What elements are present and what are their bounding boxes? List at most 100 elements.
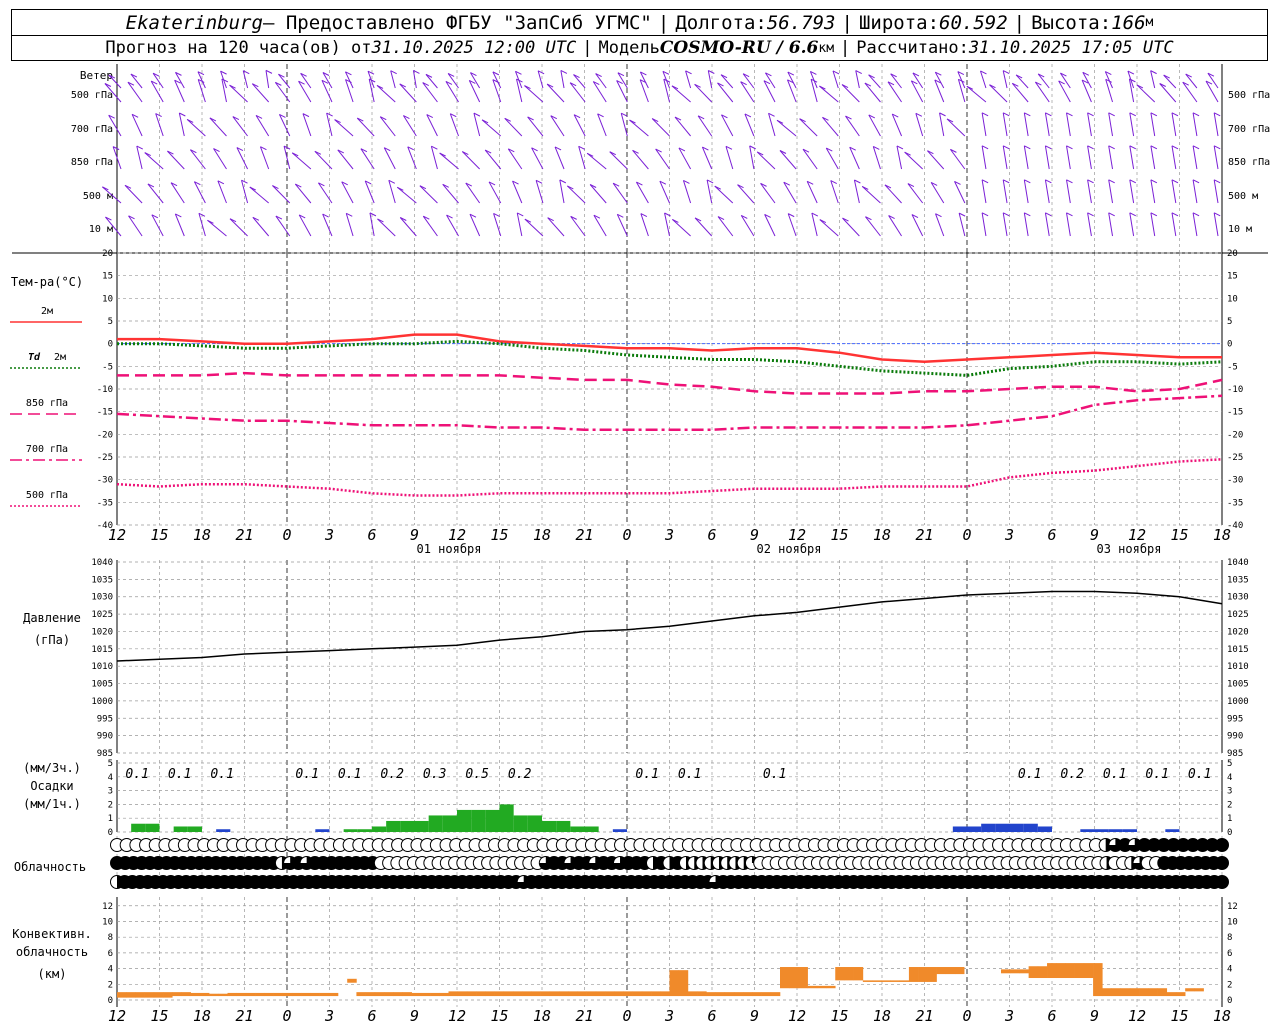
conv-bar [844, 967, 854, 981]
precip-bar-rain [527, 815, 542, 832]
conv-bar [1093, 963, 1103, 997]
hour-tick-label-bottom: 18 [193, 1007, 211, 1024]
wind-barb [810, 79, 818, 103]
conv-bar [273, 992, 284, 997]
conv-bar [632, 991, 643, 997]
wind-barb [1192, 179, 1198, 204]
conv-bar [512, 991, 523, 997]
wind-barb [1087, 179, 1092, 204]
precip-bar-snow [1165, 829, 1180, 832]
hour-tick-label-bottom: 21 [575, 1007, 593, 1024]
wind-barb [639, 79, 649, 103]
wind-barb [640, 213, 649, 237]
precip-bar-rain [400, 820, 415, 832]
conv-bar [420, 992, 431, 997]
wind-barb [396, 186, 417, 204]
hour-tick-label: 18 [193, 526, 211, 544]
press-unit: (гПа) [34, 633, 70, 647]
wind-barb [674, 116, 691, 137]
press-tick-label-right: 1000 [1227, 697, 1249, 707]
wind-barbs [102, 69, 1221, 237]
wind-barb [904, 151, 923, 170]
wind-barb [842, 217, 860, 237]
wind-barb [1171, 145, 1177, 170]
conv-bar [1083, 963, 1094, 979]
conv-bar [1129, 988, 1140, 997]
wind-barb [252, 216, 270, 237]
temp-tick-label-right: -20 [1227, 430, 1243, 440]
hour-tick-label: 18 [533, 526, 551, 544]
hour-tick-label: 3 [324, 526, 334, 544]
wind-barb [694, 217, 713, 237]
wind-barb [896, 145, 903, 170]
press-tick-label: 1020 [91, 627, 113, 637]
hour-tick-label-bottom: 3 [324, 1007, 334, 1024]
temp-tick-label: 5 [108, 317, 113, 327]
wind-barb [957, 79, 966, 103]
precip-3h-label: 0.1 [210, 767, 233, 782]
wind-barb [930, 182, 945, 204]
hour-tick-label-bottom: 18 [873, 1007, 891, 1024]
precip-3h-label: 0.1 [338, 767, 361, 782]
wind-barb [954, 181, 966, 204]
wind-barb [1185, 73, 1198, 89]
legend-label-bold: Td [28, 352, 41, 363]
wind-barb [1159, 83, 1177, 103]
hour-tick-label-bottom: 6 [367, 1007, 376, 1024]
press-tick-label: 1035 [91, 575, 113, 585]
wind-barb [907, 183, 924, 204]
precip-bar-snow [1037, 826, 1052, 832]
conv-bar [291, 992, 302, 997]
conv-bar [1194, 988, 1204, 992]
precip-bar-snow [1023, 823, 1038, 832]
wind-barb [1037, 73, 1050, 89]
precip-bar-rain [428, 815, 443, 832]
wind-barb [128, 215, 143, 237]
precip-bar-rain [173, 826, 188, 832]
conv-bar [485, 991, 495, 997]
conv-bar [936, 967, 947, 975]
temp-tick-label: 0 [108, 340, 113, 350]
wind-barb [935, 213, 945, 237]
conv-bar [743, 992, 753, 997]
wind-barb [554, 146, 565, 170]
wind-barb [465, 182, 481, 204]
conv-bar [144, 992, 155, 998]
conv-unit: (км) [38, 967, 67, 981]
wind-barb [939, 112, 945, 137]
wind-barb [1108, 212, 1114, 237]
conv-bar [255, 992, 265, 997]
wind-barb [321, 80, 333, 103]
hour-tick-label: 6 [707, 526, 716, 544]
temp-tick-label-right: -30 [1227, 476, 1243, 486]
wind-barb [1150, 70, 1156, 89]
conv-bar [1175, 992, 1186, 997]
wind-barb [1087, 212, 1092, 237]
press-tick-label: 1040 [91, 558, 113, 568]
wind-barb [981, 112, 987, 137]
prec-unit-3h: (мм/3ч.) [23, 761, 81, 775]
wind-barb [891, 113, 903, 137]
conv-title-2: облачность [16, 945, 88, 959]
conv-bar [614, 991, 624, 997]
prec-tick-label-right: 3 [1227, 787, 1232, 797]
wind-barb [597, 113, 607, 137]
conv-bar [1028, 966, 1039, 979]
wind-barb [744, 113, 755, 137]
wind-barb [1002, 112, 1008, 137]
hour-tick-label: 15 [1170, 526, 1188, 544]
hour-tick-label-bottom: 12 [108, 1007, 126, 1024]
precip-bar-rain [570, 826, 585, 832]
conv-bar [135, 992, 145, 998]
cloud-row-mid [110, 856, 1229, 870]
wind-barb [430, 146, 438, 170]
wind-barb [830, 180, 839, 204]
legend-label: 2м [54, 352, 66, 363]
prec-tick-label: 1 [108, 814, 113, 824]
conv-bar [1047, 963, 1057, 979]
conv-bar [282, 992, 293, 997]
wind-barb [337, 149, 354, 170]
precip-bar-snow [981, 823, 996, 832]
wind-barb [356, 117, 375, 137]
press-tick-label: 995 [97, 714, 113, 724]
